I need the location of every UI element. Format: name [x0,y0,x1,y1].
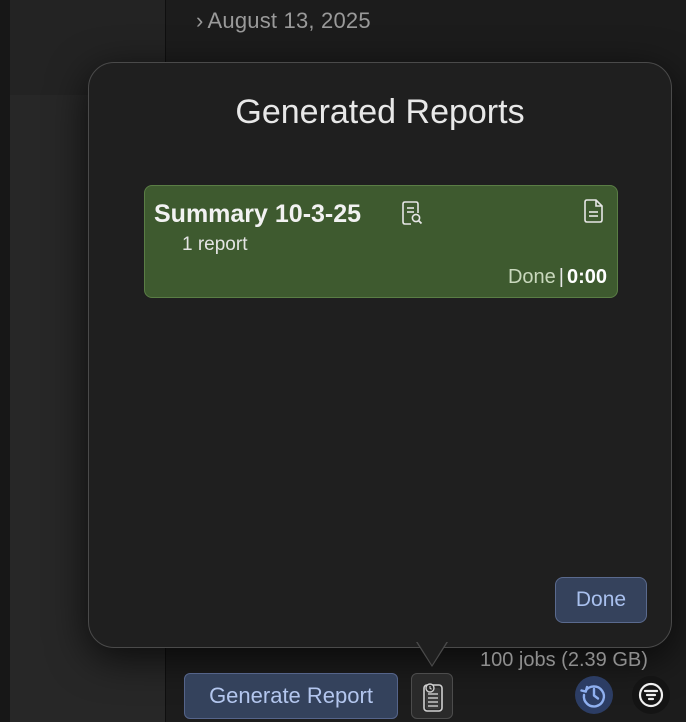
generate-report-button[interactable]: Generate Report [184,673,398,719]
window-edge [0,0,10,722]
done-button[interactable]: Done [555,577,647,623]
generated-reports-popover: Generated Reports Summary 10-3-25 1 repo… [88,62,672,648]
date-label: August 13, 2025 [207,8,371,33]
status-separator: | [558,266,564,288]
report-status: Done | 0:00 [508,266,607,289]
popover-title: Generated Reports [235,93,525,131]
filter-icon [638,682,664,708]
popover-arrow [417,641,447,665]
preview-document-icon[interactable] [401,200,423,226]
report-name: Summary 10-3-25 [154,200,362,228]
history-icon [580,685,606,708]
reports-list-button[interactable] [411,673,453,719]
date-group-header[interactable]: › August 13, 2025 [196,8,371,34]
disclosure-chevron-icon: › [196,8,204,33]
reports-list-icon [423,683,443,712]
report-card[interactable]: Summary 10-3-25 1 report Done | 0:00 [144,185,618,298]
report-count: 1 report [182,234,248,255]
document-icon[interactable] [583,198,605,224]
app-window: › August 13, 2025 Generated Reports Summa… [0,0,686,722]
filter-button[interactable] [632,676,670,714]
elapsed-time: 0:00 [566,266,607,288]
history-button[interactable] [575,676,613,714]
jobs-summary: 100 jobs (2.39 GB) [480,649,648,671]
status-label: Done [507,266,556,288]
